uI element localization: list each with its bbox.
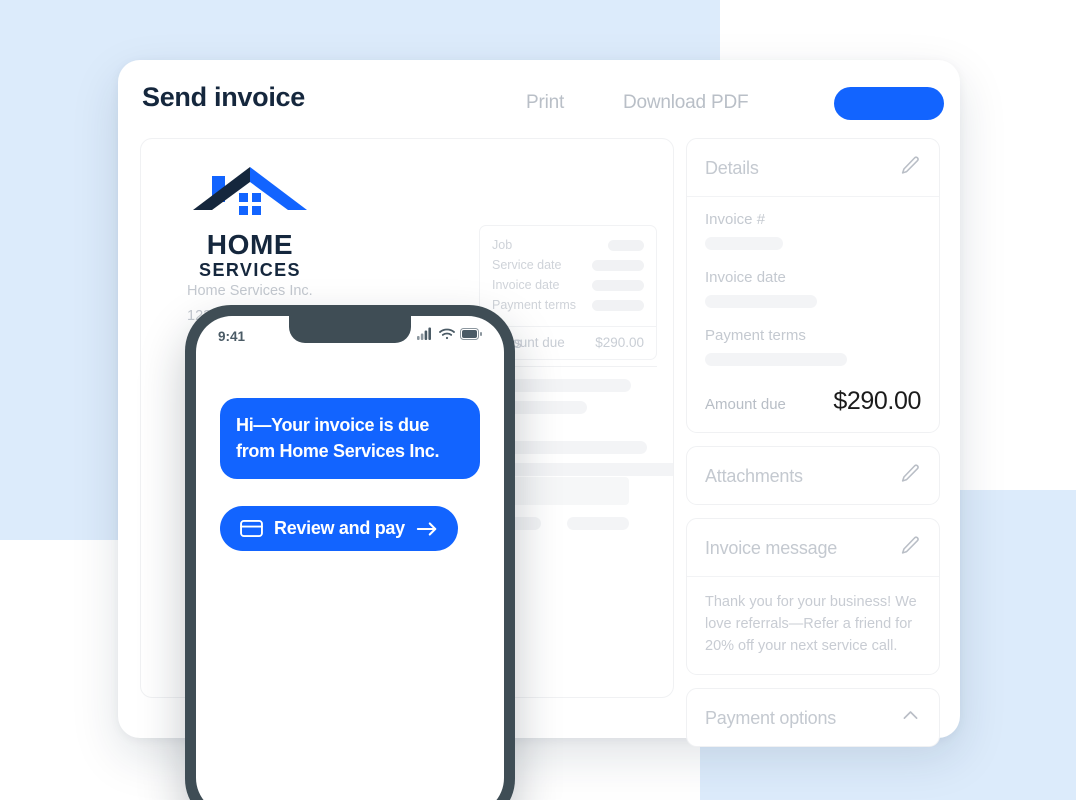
skeleton-bar bbox=[705, 353, 847, 366]
details-card-body: Invoice # Invoice date Payment terms Amo… bbox=[687, 197, 939, 432]
details-card-header: Details bbox=[687, 139, 939, 197]
invoice-message-text: Thank you for your business! We love ref… bbox=[705, 594, 917, 654]
skeleton-bar bbox=[608, 239, 644, 251]
table-row: Invoice date bbox=[480, 275, 656, 295]
phone-screen: 9:41 Hi—Your invoice is due from Home Se… bbox=[196, 316, 504, 800]
amount-due-label: Amount due bbox=[705, 396, 786, 413]
details-card: Details Invoice # Invoice date Payment t… bbox=[686, 138, 940, 433]
pencil-icon[interactable] bbox=[900, 535, 921, 561]
attachments-card-title: Attachments bbox=[705, 465, 803, 486]
skeleton-bar bbox=[705, 237, 783, 250]
summary-label-service-date: Service date bbox=[492, 258, 562, 272]
company-logo: HOME SERVICES bbox=[187, 166, 313, 283]
pencil-icon[interactable] bbox=[900, 155, 921, 181]
wifi-icon bbox=[439, 327, 455, 345]
invoice-sidebar: Details Invoice # Invoice date Payment t… bbox=[686, 138, 940, 760]
payment-options-card-header[interactable]: Payment options bbox=[687, 689, 939, 746]
house-roof-icon bbox=[191, 166, 309, 228]
skeleton-bar bbox=[592, 299, 644, 311]
invoice-message-card-title: Invoice message bbox=[705, 537, 838, 558]
screenshot-root: Send invoice Print Download PDF HOME SER… bbox=[0, 0, 1076, 800]
table-row: Job bbox=[480, 235, 656, 255]
field-label-invoice-date: Invoice date bbox=[705, 269, 786, 286]
details-card-title: Details bbox=[705, 157, 759, 178]
summary-amount-due-value: $290.00 bbox=[595, 335, 644, 350]
cellular-signal-icon bbox=[417, 327, 434, 345]
logo-text-home: HOME bbox=[206, 229, 294, 260]
review-and-pay-button[interactable]: Review and pay bbox=[220, 506, 458, 551]
arrow-right-icon bbox=[416, 521, 438, 537]
pencil-icon[interactable] bbox=[900, 463, 921, 489]
skeleton-bar bbox=[705, 295, 817, 308]
summary-label-job: Job bbox=[492, 238, 513, 252]
attachments-card-header: Attachments bbox=[687, 447, 939, 504]
table-row: Service date bbox=[480, 255, 656, 275]
skeleton-bar bbox=[592, 279, 644, 291]
business-name: Home Services Inc. bbox=[187, 283, 313, 299]
summary-label-invoice-date: Invoice date bbox=[492, 278, 560, 292]
status-bar-icons bbox=[417, 327, 482, 345]
print-button[interactable]: Print bbox=[526, 92, 564, 114]
download-pdf-button[interactable]: Download PDF bbox=[623, 92, 749, 114]
skeleton-bar bbox=[567, 517, 629, 530]
credit-card-icon bbox=[240, 519, 263, 538]
amount-due-value: $290.00 bbox=[833, 387, 921, 415]
send-invoice-button[interactable] bbox=[834, 87, 944, 120]
invoice-message-card-header: Invoice message bbox=[687, 519, 939, 577]
phone-status-bar: 9:41 bbox=[196, 316, 504, 356]
field-label-invoice-number: Invoice # bbox=[705, 211, 766, 228]
battery-icon bbox=[460, 327, 482, 345]
window-header: Send invoice Print Download PDF bbox=[118, 60, 960, 138]
chevron-up-icon[interactable] bbox=[900, 705, 921, 731]
phone-mockup: 9:41 Hi—Your invoice is due from Home Se… bbox=[185, 305, 515, 800]
review-and-pay-label: Review and pay bbox=[274, 518, 405, 538]
attachments-card: Attachments bbox=[686, 446, 940, 505]
table-row: Payment terms bbox=[480, 295, 656, 315]
message-bubble: Hi—Your invoice is due from Home Service… bbox=[220, 398, 480, 479]
field-label-payment-terms: Payment terms bbox=[705, 327, 806, 344]
summary-label-payment-terms: Payment terms bbox=[492, 298, 577, 312]
payment-options-card[interactable]: Payment options bbox=[686, 688, 940, 747]
page-title: Send invoice bbox=[142, 82, 305, 112]
amount-due-row: Amount due $290.00 bbox=[705, 385, 921, 416]
invoice-message-card: Invoice message Thank you for your busin… bbox=[686, 518, 940, 675]
status-bar-clock: 9:41 bbox=[218, 328, 246, 344]
payment-options-card-title: Payment options bbox=[705, 707, 837, 728]
skeleton-bar bbox=[592, 259, 644, 271]
